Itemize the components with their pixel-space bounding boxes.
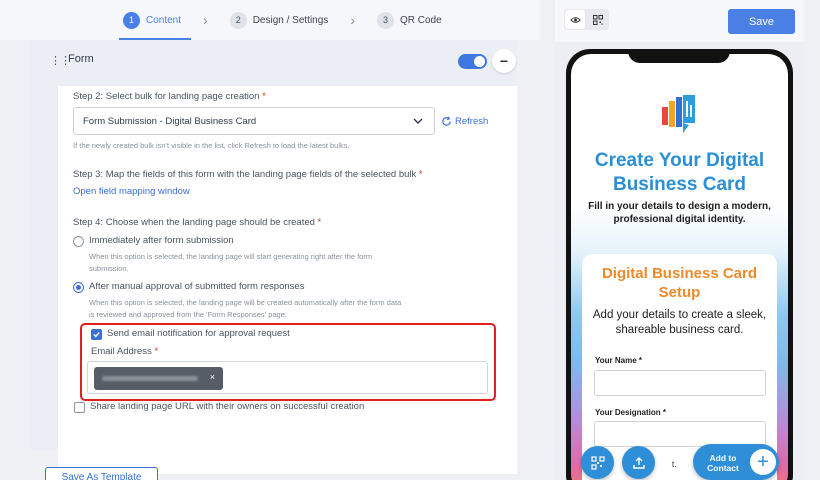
share-button[interactable] — [622, 446, 655, 479]
partial-text: t. — [672, 460, 677, 469]
minus-icon: − — [499, 53, 509, 69]
email-address-input[interactable]: × — [87, 361, 488, 394]
form-title: Form — [68, 53, 94, 65]
step-label: Design / Settings — [252, 14, 329, 26]
step-qr-code[interactable]: 3 QR Code — [376, 0, 442, 40]
required-mark: * — [262, 91, 266, 102]
chevron-right-icon: › — [350, 12, 355, 28]
hero-title: Create Your Digital Business Card — [594, 150, 765, 195]
share-url-label[interactable]: Share landing page URL with their owners… — [90, 401, 364, 412]
checkmark-icon — [93, 332, 100, 338]
step-design-settings[interactable]: 2 Design / Settings — [229, 0, 329, 40]
step4-label-text: Step 4: Choose when the landing page sho… — [73, 217, 315, 228]
your-designation-label: Your Designation * — [595, 408, 666, 417]
save-button[interactable]: Save — [728, 9, 795, 34]
business-card-logo-icon — [662, 95, 695, 133]
step2-hint: If the newly created bulk isn't visible … — [73, 141, 350, 150]
step-label: Content — [146, 14, 182, 26]
add-to-contact-label: Add to Contact — [707, 453, 739, 473]
chevron-down-icon — [413, 118, 423, 124]
refresh-label: Refresh — [455, 116, 489, 127]
option-manual-approval-hint: When this option is selected, the landin… — [89, 297, 401, 321]
phone-notch — [628, 49, 730, 63]
step3-label: Step 3: Map the fields of this form with… — [73, 169, 423, 180]
step-label: QR Code — [399, 14, 442, 26]
hint-line: When this option is selected, the landin… — [89, 298, 402, 307]
hint-line: is reviewed and approved from the 'Form … — [89, 310, 287, 319]
share-url-checkbox[interactable] — [74, 402, 85, 413]
radio-immediately[interactable] — [73, 236, 84, 247]
hero-subtitle: Fill in your details to design a modern,… — [588, 201, 771, 225]
qr-scan-button[interactable] — [581, 446, 614, 479]
collapse-button[interactable]: − — [492, 49, 516, 73]
bulk-select-value: Form Submission - Digital Business Card — [83, 116, 257, 127]
refresh-icon — [442, 116, 451, 126]
save-as-template-button[interactable]: Save As Template — [45, 467, 158, 480]
eye-icon — [569, 16, 581, 23]
notify-checkbox[interactable] — [91, 329, 102, 340]
setup-card-subtitle: Add your details to create a sleek, shar… — [592, 309, 767, 336]
chip-remove-icon[interactable]: × — [210, 372, 215, 382]
your-name-input[interactable] — [594, 370, 766, 396]
form-header: ⋮⋮ Form − — [30, 40, 517, 80]
option-immediately-label[interactable]: Immediately after form submission — [89, 235, 234, 246]
required-mark: * — [317, 217, 322, 228]
step-content[interactable]: 1 Content — [118, 0, 192, 40]
setup-card-title: Digital Business Card Setup — [601, 265, 758, 301]
upload-icon — [632, 456, 645, 469]
plus-icon: + — [750, 449, 776, 475]
notify-label[interactable]: Send email notification for approval req… — [107, 328, 290, 339]
step2-label: Step 2: Select bulk for landing page cre… — [73, 91, 266, 102]
refresh-button[interactable]: Refresh — [441, 116, 488, 127]
form-enabled-toggle[interactable] — [458, 54, 487, 69]
qr-code-icon — [590, 455, 605, 470]
step2-label-text: Step 2: Select bulk for landing page cre… — [73, 91, 260, 102]
qr-code-icon — [593, 14, 603, 25]
bulk-select[interactable]: Form Submission - Digital Business Card — [73, 107, 435, 135]
hint-line: submission. — [89, 264, 129, 273]
option-manual-approval-label[interactable]: After manual approval of submitted form … — [89, 281, 304, 292]
hint-line: When this option is selected, the landin… — [89, 252, 373, 261]
your-name-label: Your Name * — [595, 356, 642, 365]
step3-label-text: Step 3: Map the fields of this form with… — [73, 169, 417, 180]
step-number: 2 — [229, 11, 247, 29]
field-mapping-link[interactable]: Open field mapping window — [73, 186, 190, 197]
radio-manual-approval[interactable] — [73, 282, 84, 293]
email-address-label: Email Address * — [91, 346, 158, 357]
step-number: 1 — [123, 11, 140, 29]
qr-view-button[interactable] — [588, 10, 608, 29]
drag-handle-icon[interactable]: ⋮⋮ — [50, 54, 71, 67]
form-settings-card: Step 2: Select bulk for landing page cre… — [58, 86, 517, 474]
email-chip: × — [94, 367, 223, 390]
email-label-text: Email Address — [91, 346, 152, 357]
step4-label: Step 4: Choose when the landing page sho… — [73, 217, 321, 228]
step-number: 3 — [376, 11, 394, 29]
option-immediately-hint: When this option is selected, the landin… — [89, 251, 372, 275]
preview-view-button[interactable] — [565, 10, 585, 29]
stepper: 1 Content › 2 Design / Settings › 3 QR C… — [0, 0, 540, 40]
required-mark: * — [418, 169, 423, 180]
redacted-email — [102, 376, 198, 381]
required-mark: * — [154, 346, 159, 357]
chevron-right-icon: › — [203, 12, 208, 28]
add-to-contact-button[interactable]: Add to Contact + — [693, 444, 779, 480]
